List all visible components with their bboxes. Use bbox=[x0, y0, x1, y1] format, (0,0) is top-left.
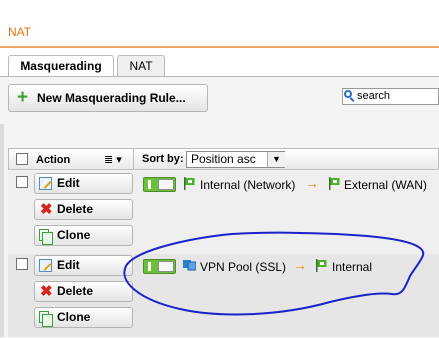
annotation-circle bbox=[123, 231, 425, 316]
